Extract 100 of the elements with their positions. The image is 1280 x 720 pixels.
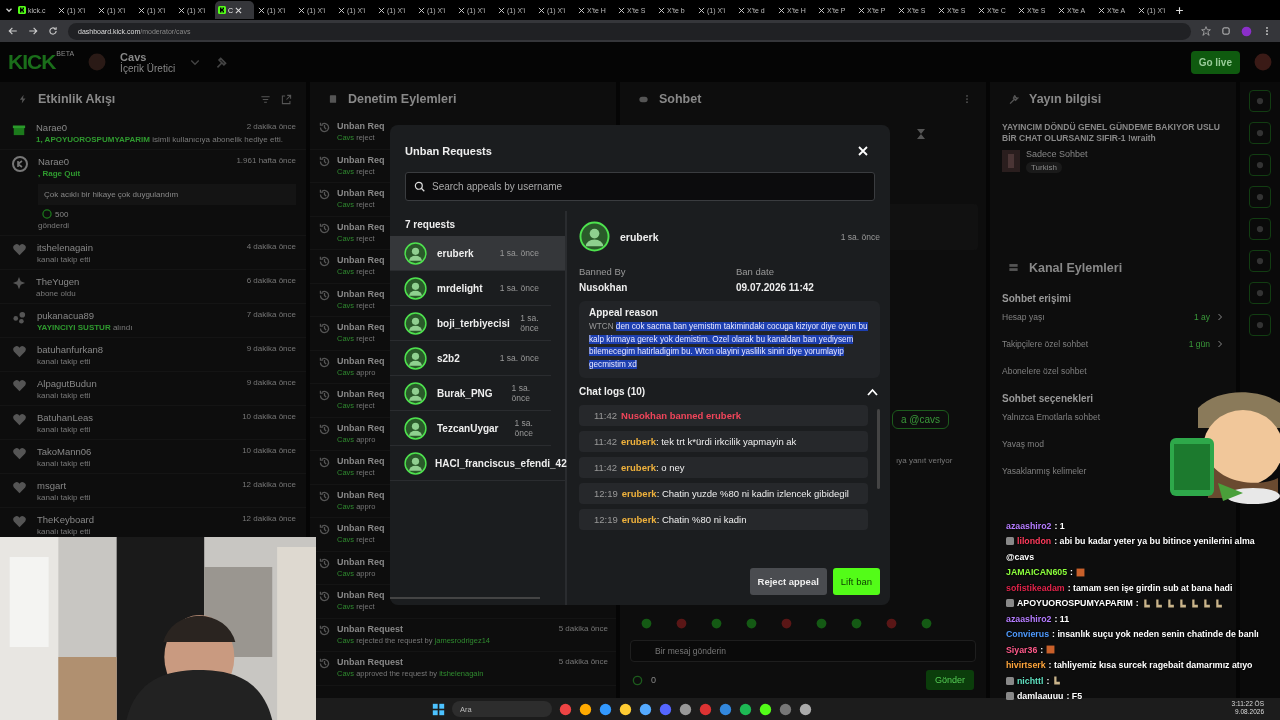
hourglass-icon[interactable]	[916, 128, 926, 140]
taskbar-app-icon	[579, 702, 592, 716]
history-icon	[318, 657, 331, 670]
request-item[interactable]: s2b2 1 sa. önce	[390, 341, 551, 376]
setting-label[interactable]: Abonelere özel sohbet	[1002, 366, 1087, 377]
chat-message: : F5	[1066, 691, 1083, 702]
panel-title: Sohbet	[659, 92, 702, 106]
username: msgart	[37, 480, 67, 491]
field-label: Banned By	[579, 266, 627, 277]
action-title: Unban Req	[337, 154, 385, 165]
action-title: Unban Req	[337, 188, 385, 198]
history-icon	[318, 255, 331, 268]
hammer-icon	[215, 55, 229, 69]
field-value: 09.07.2026 11:42	[736, 282, 815, 293]
x-tab-icon	[698, 6, 705, 14]
stream-title: YAYINCIM DÖNDÜ GENEL GÜNDEME BAKIYOR USLU BİR CHAT OLURSANIZ SIFIR-1 !wraith	[1002, 122, 1221, 145]
section-heading: Sohbet erişimi	[1001, 291, 1072, 304]
x-tab-icon	[778, 6, 785, 14]
chat-username: lilondon	[1017, 536, 1052, 547]
dots-icon	[12, 310, 27, 325]
emote-icon	[675, 617, 688, 630]
x-tab-icon	[618, 6, 625, 14]
chat-username: APOYUOROSPUMYAPARIM	[1017, 598, 1133, 609]
request-count: 7 requests	[404, 218, 457, 232]
event-time: 4 dakika önce	[246, 242, 296, 253]
request-item[interactable]: eruberk 1 sa. önce	[390, 236, 565, 271]
taskbar-app-icon	[739, 702, 752, 716]
request-item[interactable]: boji_terbiyecisi 1 sa. önce	[390, 306, 551, 341]
heart-icon	[12, 378, 27, 393]
action-time: 5 dakika önce	[558, 623, 608, 634]
appeal-text: WTCN den cok sacma ban yemistim takimindaki cocuga kiziyor diye oyun bu kalp kirmaya gerek yok demistim. Ozel olarak bu kanaldan ban yediysem bilemecegim hatirladigim bu. Wtcn olayini yaslilik siniri diye yorumlayip gecmistim xd	[589, 321, 869, 371]
username: TheKeyboard	[37, 514, 95, 525]
channel-role: İçerik Üretici	[120, 62, 176, 74]
x-tab-icon	[498, 6, 505, 14]
kick-tab-icon	[218, 6, 226, 14]
reject-appeal-button[interactable]: Reject appeal	[749, 568, 827, 595]
taskbar-app-icon	[599, 702, 612, 716]
chat-message: : tahliyemiz kısa surcek ragebait damarımız atıyo	[1048, 660, 1253, 671]
chat-log-entry: 12:19 eruberk: Chatin yuzde %80 ni kadin izlencek gibidegil	[579, 483, 868, 504]
history-icon	[318, 188, 331, 201]
history-icon	[318, 389, 331, 402]
reload-icon	[48, 26, 58, 36]
x-tab-icon	[458, 6, 465, 14]
event-text: gönderdi	[38, 221, 71, 230]
chat-input[interactable]: Bir mesaj gönderin	[630, 640, 976, 662]
event-text: kanalı takip etti	[37, 357, 92, 366]
chevron-up-icon[interactable]	[867, 387, 878, 396]
username: batuhanfurkan8	[37, 344, 104, 355]
points-icon	[632, 674, 643, 686]
history-icon	[318, 288, 331, 302]
category-thumbnail-icon	[1002, 149, 1020, 172]
setting-value: 1 ay	[1193, 312, 1210, 323]
event-text: kanalı takip etti	[37, 391, 92, 400]
close-button[interactable]	[856, 144, 870, 158]
send-button[interactable]: Gönder	[925, 670, 974, 690]
lift-ban-button[interactable]: Lift ban	[832, 568, 880, 595]
back-icon	[8, 26, 18, 36]
x-tab-icon	[938, 6, 945, 14]
setting-label[interactable]: Hesap yaşı	[1002, 312, 1045, 323]
taskbar-app-icon	[759, 702, 772, 716]
heart-icon	[12, 514, 27, 529]
x-tab-icon	[298, 6, 305, 14]
request-item[interactable]: mrdelight 1 sa. önce	[390, 271, 551, 306]
chat-message: : 1	[1054, 520, 1065, 531]
x-tab-icon	[338, 6, 345, 14]
username: Narae0	[36, 122, 68, 133]
request-item[interactable]: HACI_franciscus_efendi_42	[390, 446, 565, 481]
setting-label[interactable]: Takipçilere özel sohbet	[1002, 339, 1088, 350]
event-text: , Rage Quit	[38, 169, 82, 178]
event-time: 10 dakika önce	[242, 446, 296, 457]
chat-username: Siyar36	[1006, 644, 1038, 655]
request-item[interactable]: Burak_PNG 1 sa. önce	[390, 376, 551, 411]
chat-username: azaashiro2	[1006, 520, 1052, 531]
history-icon	[318, 422, 331, 436]
taskbar-app-icon	[559, 702, 572, 716]
reply-hint: ıya yanıt veriyor	[896, 456, 953, 465]
x-tab-icon	[658, 6, 665, 14]
history-icon	[318, 121, 331, 134]
go-live-button[interactable]: Go live	[1190, 50, 1240, 74]
setting-label[interactable]: Yavaş mod	[1002, 439, 1044, 450]
emote-icon	[1046, 645, 1056, 655]
chat-username: sofistikeadam	[1006, 582, 1065, 593]
action-title: Unban Req	[337, 322, 385, 332]
username: Narae0	[38, 156, 70, 167]
x-tab-icon	[418, 6, 425, 14]
emote-icon	[1076, 567, 1086, 577]
event-time: 1.961 hafta önce	[236, 156, 296, 167]
history-icon	[318, 590, 331, 603]
x-tab-icon	[978, 6, 985, 14]
close-icon[interactable]	[235, 6, 243, 14]
panel-title: Etkinlik Akışı	[38, 92, 116, 106]
chat-username: nichttl	[1017, 675, 1044, 686]
setting-label[interactable]: Yasaklanmış kelimeler	[1002, 466, 1087, 477]
request-item[interactable]: TezcanUygar 1 sa. önce	[390, 411, 551, 446]
user-avatar-icon	[579, 221, 610, 252]
action-title: Unban Req	[337, 556, 385, 567]
reply-mention: a @cavs	[892, 410, 950, 429]
setting-label[interactable]: Yalnızca Emotlarla sohbet	[1002, 412, 1101, 423]
history-icon	[318, 623, 331, 637]
x-tab-icon	[138, 6, 145, 14]
